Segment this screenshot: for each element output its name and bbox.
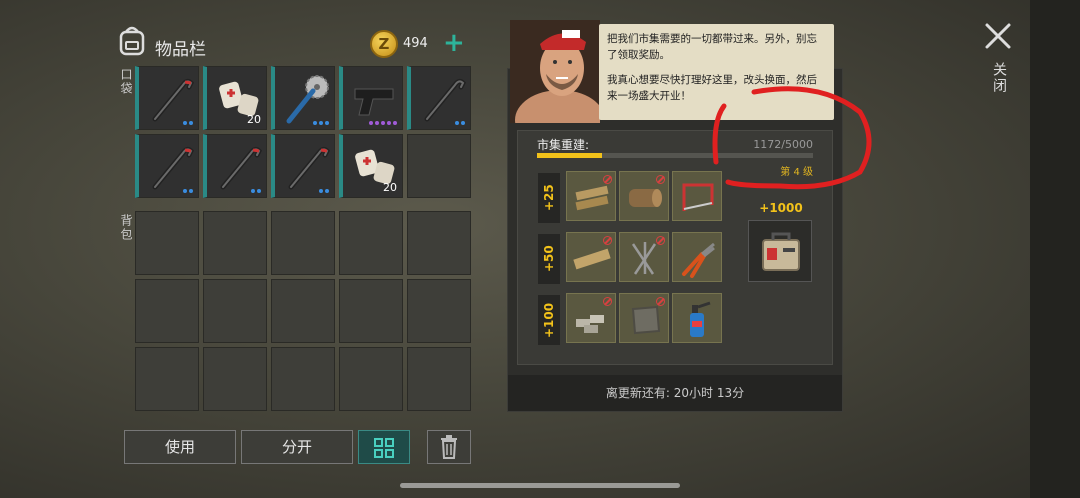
requirement-slot[interactable] <box>566 171 616 221</box>
backpack-icon <box>119 26 145 56</box>
market-rebuild-title: 市集重建: <box>537 138 590 152</box>
requirement-slot[interactable] <box>619 232 669 282</box>
backpack-slot[interactable] <box>271 347 335 411</box>
rarity-dots <box>251 189 261 193</box>
missing-badge-icon <box>603 236 612 245</box>
rarity-dots <box>183 189 193 193</box>
npc-portrait <box>510 20 600 123</box>
reward-label: +1000 <box>759 201 803 215</box>
pocket-slot[interactable] <box>339 66 403 130</box>
crowbar-icon <box>288 146 331 190</box>
pliers-icon <box>682 242 715 278</box>
missing-badge-icon <box>656 236 665 245</box>
pocket-slot[interactable] <box>407 134 471 198</box>
pocket-slot[interactable] <box>271 134 335 198</box>
backpack-grid <box>135 211 471 411</box>
progress-fill <box>537 153 602 158</box>
crowbar-icon <box>220 146 263 190</box>
coin-balance: 494 <box>403 36 428 51</box>
backpack-slot[interactable] <box>407 347 471 411</box>
item-quantity: 20 <box>247 113 261 126</box>
npc-dialogue: 把我们市集需要的一切都带过来。另外，别忘了领取奖励。 我真心想要尽快打理好这里，… <box>599 24 834 120</box>
backpack-slot[interactable] <box>339 347 403 411</box>
backpack-slot[interactable] <box>271 279 335 343</box>
inventory-title: 物品栏 <box>155 40 206 60</box>
blowtorch-icon <box>690 301 711 337</box>
pistol-icon <box>354 88 394 116</box>
use-button[interactable]: 使用 <box>124 430 236 464</box>
backpack-slot[interactable] <box>203 211 267 275</box>
requirement-slot[interactable] <box>672 293 722 343</box>
grid-sort-icon <box>374 438 394 458</box>
add-coins-button[interactable]: + <box>443 28 465 58</box>
item-quantity: 20 <box>383 181 397 194</box>
rarity-dots <box>369 121 397 125</box>
progress-bar <box>537 153 813 158</box>
dialogue-line-1: 把我们市集需要的一切都带过来。另外，别忘了领取奖励。 <box>607 33 817 61</box>
hacksaw-icon <box>682 183 714 211</box>
pocket-slot[interactable]: 20 <box>203 66 267 130</box>
split-button[interactable]: 分开 <box>241 430 353 464</box>
backpack-slot[interactable] <box>271 211 335 275</box>
pocket-slot[interactable]: 20 <box>339 134 403 198</box>
backpack-slot[interactable] <box>339 279 403 343</box>
pocket-slot[interactable] <box>203 134 267 198</box>
requirement-slot[interactable] <box>566 293 616 343</box>
backpack-slot[interactable] <box>135 347 199 411</box>
close-label[interactable]: 关闭 <box>989 62 1009 94</box>
dialogue-line-2: 我真心想要尽快打理好这里，改头换面，然后来一场盛大开业！ <box>607 74 817 102</box>
requirement-slot[interactable] <box>672 232 722 282</box>
pocket-slot[interactable] <box>135 66 199 130</box>
tier-label: +100 <box>538 295 560 345</box>
pocket-label: 口袋 <box>119 68 133 96</box>
requirement-slot[interactable] <box>619 171 669 221</box>
backpack-slot[interactable] <box>135 279 199 343</box>
requirement-slot[interactable] <box>619 293 669 343</box>
rarity-dots <box>183 121 193 125</box>
missing-badge-icon <box>603 297 612 306</box>
refresh-timer: 离更新还有: 20小时 13分 <box>508 375 842 411</box>
tier-label: +25 <box>538 173 560 223</box>
progress-text: 1172/5000 <box>753 138 813 151</box>
missing-badge-icon <box>656 297 665 306</box>
toolbox-icon <box>762 232 800 271</box>
trash-button[interactable] <box>427 430 471 464</box>
backpack-slot[interactable] <box>203 347 267 411</box>
rarity-dots <box>319 189 329 193</box>
requirement-slot[interactable] <box>566 232 616 282</box>
trash-icon <box>441 435 457 459</box>
close-icon[interactable] <box>984 22 1012 50</box>
backpack-slot[interactable] <box>203 279 267 343</box>
rarity-dots <box>313 121 329 125</box>
inventory-header: 物品栏 Z 494 + <box>115 22 475 62</box>
crowbar-icon <box>152 78 195 122</box>
crowbar-icon <box>424 78 467 122</box>
right-edge-panel <box>1030 0 1080 498</box>
backpack-label: 背包 <box>119 214 133 242</box>
pocket-slot[interactable] <box>135 134 199 198</box>
rarity-dots <box>455 121 465 125</box>
coin-icon: Z <box>370 30 398 58</box>
backpack-slot[interactable] <box>407 211 471 275</box>
missing-badge-icon <box>656 175 665 184</box>
reward-slot[interactable] <box>748 220 812 282</box>
sort-button[interactable] <box>358 430 410 464</box>
requirement-slot[interactable] <box>672 171 722 221</box>
crowbar-icon <box>152 146 195 190</box>
backpack-slot[interactable] <box>339 211 403 275</box>
pocket-slot[interactable] <box>271 66 335 130</box>
level-text: 第 4 级 <box>780 167 813 178</box>
pocket-grid: 20 20 <box>135 66 471 198</box>
home-indicator[interactable] <box>400 483 680 488</box>
tier-label: +50 <box>538 234 560 284</box>
pocket-slot[interactable] <box>407 66 471 130</box>
backpack-slot[interactable] <box>407 279 471 343</box>
backpack-slot[interactable] <box>135 211 199 275</box>
saw-axe-icon <box>286 75 329 124</box>
missing-badge-icon <box>603 175 612 184</box>
